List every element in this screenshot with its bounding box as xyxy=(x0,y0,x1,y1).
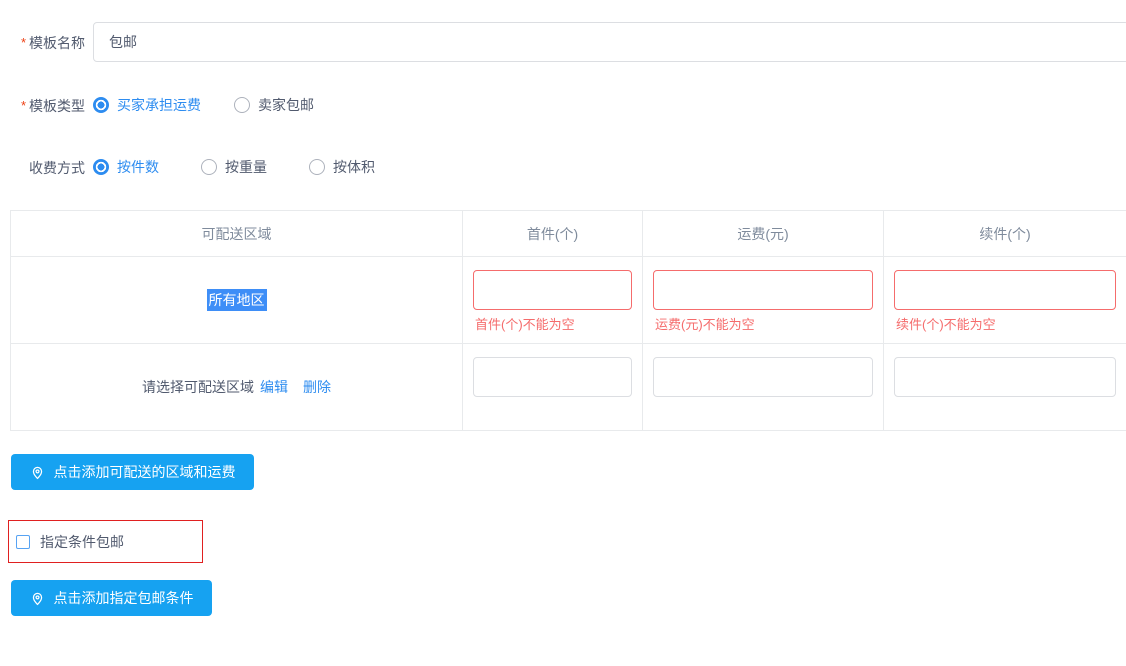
add-area-fee-button[interactable]: 点击添加可配送的区域和运费 xyxy=(11,454,254,490)
table-row-all-areas-cell: 所有地区 xyxy=(11,257,463,344)
shipping-fee-cell: 运费(元)不能为空 xyxy=(643,257,884,344)
radio-label: 按体积 xyxy=(333,157,375,177)
radio-label: 卖家包邮 xyxy=(258,95,314,115)
conditional-free-shipping-box: 指定条件包邮 xyxy=(8,520,203,563)
location-pin-icon xyxy=(30,591,45,606)
radio-unselected-icon xyxy=(234,97,250,113)
shipping-fee-table: 可配送区域 首件(个) 运费(元) 续件(个) 所有地区 首件(个)不能为空 运… xyxy=(10,210,1126,431)
template-name-input[interactable] xyxy=(93,22,1126,62)
header-additional-item: 续件(个) xyxy=(884,211,1126,257)
required-asterisk: * xyxy=(21,35,26,50)
radio-label: 按重量 xyxy=(225,157,267,177)
radio-unselected-icon xyxy=(309,159,325,175)
charge-method-radio-group: 按件数 按重量 按体积 xyxy=(93,157,375,177)
shipping-fee-error: 运费(元)不能为空 xyxy=(653,317,873,332)
template-type-radio-group: 买家承担运费 卖家包邮 xyxy=(93,95,314,115)
radio-by-quantity[interactable]: 按件数 xyxy=(93,157,159,177)
charge-method-label: 收费方式 xyxy=(0,160,85,176)
first-item-error: 首件(个)不能为空 xyxy=(473,317,632,332)
button-label: 点击添加指定包邮条件 xyxy=(54,588,194,608)
button-label: 点击添加可配送的区域和运费 xyxy=(54,462,236,482)
select-area-text: 请选择可配送区域 xyxy=(142,377,254,397)
additional-item-error: 续件(个)不能为空 xyxy=(894,317,1116,332)
radio-label: 买家承担运费 xyxy=(117,95,201,115)
shipping-fee-template-form: *模板名称 *模板类型 买家承担运费 卖家包邮 收费方式 按件数 按重量 按体积… xyxy=(0,0,1126,666)
shipping-fee-input[interactable] xyxy=(653,270,873,310)
first-item-cell xyxy=(463,344,643,431)
radio-buyer-pays-shipping[interactable]: 买家承担运费 xyxy=(93,95,201,115)
shipping-fee-input[interactable] xyxy=(653,357,873,397)
radio-by-volume[interactable]: 按体积 xyxy=(309,157,375,177)
first-item-input[interactable] xyxy=(473,357,632,397)
template-type-label: *模板类型 xyxy=(0,98,85,114)
radio-unselected-icon xyxy=(201,159,217,175)
shipping-fee-cell xyxy=(643,344,884,431)
required-asterisk: * xyxy=(21,98,26,113)
header-first-item: 首件(个) xyxy=(463,211,643,257)
table-row-select-area-cell: 请选择可配送区域 编辑 删除 xyxy=(11,344,463,431)
radio-selected-icon xyxy=(93,159,109,175)
additional-item-input[interactable] xyxy=(894,270,1116,310)
header-shipping-fee: 运费(元) xyxy=(643,211,884,257)
additional-item-input[interactable] xyxy=(894,357,1116,397)
template-name-label: *模板名称 xyxy=(0,35,85,51)
radio-by-weight[interactable]: 按重量 xyxy=(201,157,267,177)
radio-seller-free-shipping[interactable]: 卖家包邮 xyxy=(234,95,314,115)
delete-link[interactable]: 删除 xyxy=(303,377,331,397)
additional-item-cell xyxy=(884,344,1126,431)
location-pin-icon xyxy=(30,465,45,480)
additional-item-cell: 续件(个)不能为空 xyxy=(884,257,1126,344)
all-areas-link[interactable]: 所有地区 xyxy=(207,289,267,311)
radio-selected-icon xyxy=(93,97,109,113)
first-item-cell: 首件(个)不能为空 xyxy=(463,257,643,344)
add-free-shipping-condition-button[interactable]: 点击添加指定包邮条件 xyxy=(11,580,212,616)
radio-label: 按件数 xyxy=(117,157,159,177)
conditional-free-shipping-label: 指定条件包邮 xyxy=(40,532,124,552)
header-delivery-area: 可配送区域 xyxy=(11,211,463,257)
conditional-free-shipping-checkbox[interactable] xyxy=(16,535,30,549)
first-item-input[interactable] xyxy=(473,270,632,310)
edit-link[interactable]: 编辑 xyxy=(260,377,288,397)
